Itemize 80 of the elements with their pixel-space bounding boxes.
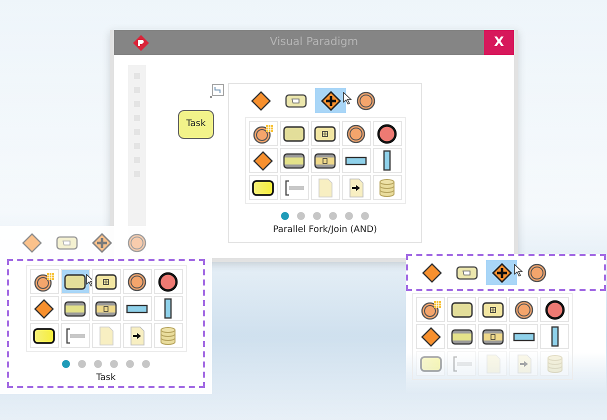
shape-tile[interactable] [60,269,90,294]
diamond-icon [32,298,56,320]
shape-tile[interactable] [540,297,569,322]
page-dot[interactable] [110,360,118,368]
shape-tile[interactable] [30,296,58,321]
thick-circle-icon [542,298,566,320]
plus-diamond-icon [490,262,514,284]
shape-tile[interactable] [416,297,445,322]
shape-tile[interactable] [416,324,445,349]
diamond-icon [20,232,44,254]
shape-tile[interactable] [60,296,90,321]
shape-tile[interactable] [248,175,278,200]
shape-tile[interactable] [154,296,182,321]
double-circle-icon [125,270,149,292]
logo-icon [132,34,150,52]
shape-tile[interactable] [447,324,476,349]
plus-diamond-icon [90,232,114,254]
shape-tile[interactable] [310,121,340,146]
thick-circle-icon [375,122,399,144]
shape-tile[interactable] [92,269,120,294]
shape-tile[interactable] [342,175,370,200]
shape-caption: Parallel Fork/Join (AND) [272,224,378,237]
shape-tile[interactable] [154,323,182,348]
shape-tile[interactable] [310,175,340,200]
shape-tile[interactable] [447,297,476,322]
page-dot[interactable] [62,360,70,368]
circle-grid-icon [418,298,442,320]
page-dot[interactable] [361,212,369,220]
shape-tile[interactable] [30,323,58,348]
circle-grid-icon [32,270,56,292]
shape-tile[interactable] [248,148,278,173]
shape-tile[interactable] [154,269,182,294]
shape-caption: Task [96,372,116,385]
shape-tile[interactable] [122,296,152,321]
page-dot[interactable] [281,212,289,220]
shape-tile[interactable] [372,175,402,200]
page-dot[interactable] [297,212,305,220]
page-dot[interactable] [142,360,150,368]
task-node[interactable]: Task [178,110,214,139]
shape-tile[interactable] [92,296,120,321]
vertical-bar-icon [164,298,172,319]
shape-tile[interactable] [478,297,507,322]
shape-tile[interactable] [280,175,308,200]
double-circle-icon [344,122,368,144]
page-dot[interactable] [329,212,337,220]
shape-tile[interactable] [122,323,152,348]
shape-tile[interactable] [30,269,58,294]
shape-tile[interactable] [310,148,340,173]
shape-tile[interactable] [122,269,152,294]
circle-grid-icon [251,122,275,144]
cursor-icon [514,264,523,277]
page-dot[interactable] [126,360,134,368]
shape-tile[interactable] [342,121,370,146]
shape-tile[interactable] [509,297,538,322]
page-dot[interactable] [345,212,353,220]
shape-tile[interactable] [372,121,402,146]
shape-tile[interactable] [509,324,538,349]
page-dot[interactable] [94,360,102,368]
shape-tile[interactable] [60,323,90,348]
plus-diamond-icon [318,90,342,112]
diamond-icon [418,326,442,348]
cursor-icon [86,274,94,287]
shape-tile[interactable] [540,324,569,349]
shape-tile[interactable] [92,323,120,348]
shape-tile[interactable] [280,148,308,173]
connector-icon[interactable] [210,84,224,98]
page-dot[interactable] [313,212,321,220]
page-dot[interactable] [78,360,86,368]
shape-tile[interactable] [280,121,308,146]
cursor-icon [343,92,352,105]
shape-tile[interactable] [478,324,507,349]
diamond-icon [248,90,272,112]
close-button[interactable]: X [484,30,514,55]
vertical-bar-icon [550,326,558,347]
diamond-icon [251,150,275,172]
shape-tile[interactable] [372,148,402,173]
thick-circle-icon [156,270,180,292]
shape-tile[interactable] [342,148,370,173]
shape-tile[interactable] [248,121,278,146]
vertical-bar-icon [383,150,391,171]
